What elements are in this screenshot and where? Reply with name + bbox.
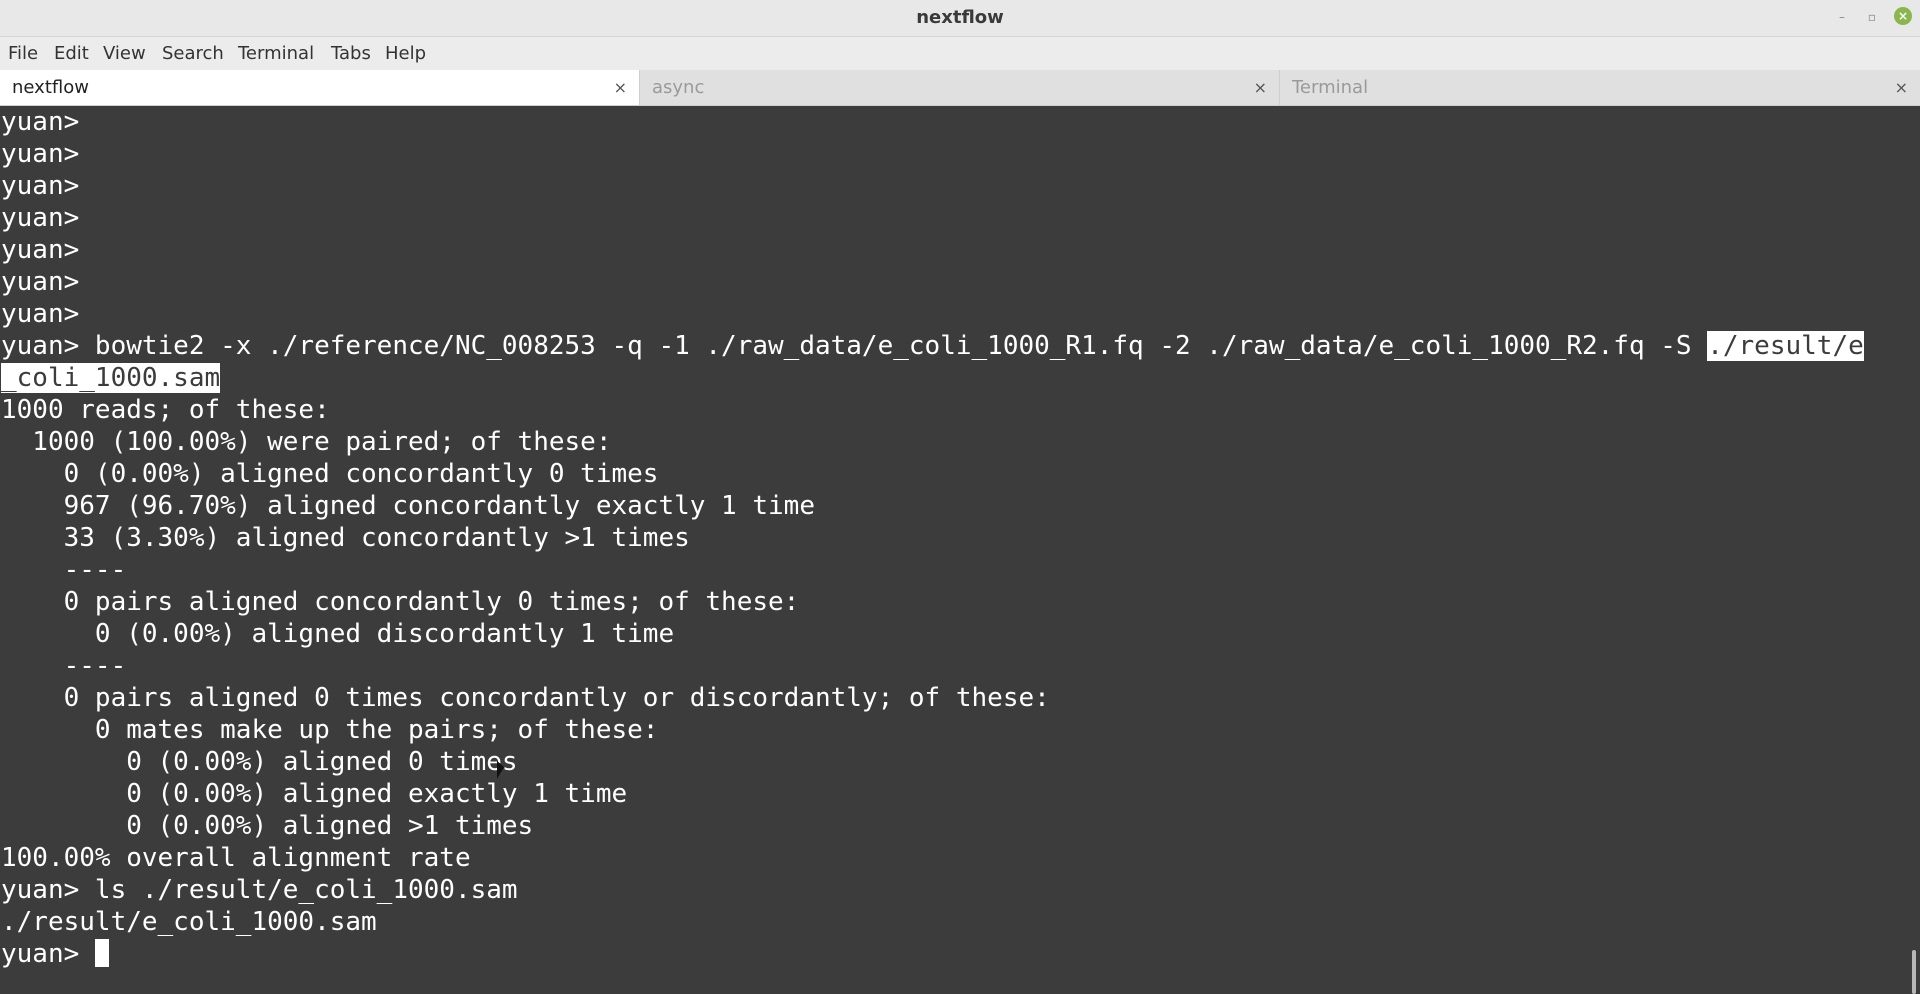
terminal-line: 0 (0.00%) aligned 0 times xyxy=(1,747,518,777)
command-line-bowtie2: yuan> bowtie2 -x ./reference/NC_008253 -… xyxy=(1,330,1864,362)
terminal-line: 1000 reads; of these: xyxy=(1,395,330,425)
terminal-output[interactable]: yuan> yuan> yuan> yuan> yuan> yuan> yuan… xyxy=(0,106,1908,994)
terminal-line: 0 (0.00%) aligned exactly 1 time xyxy=(1,779,628,809)
text-cursor xyxy=(94,939,109,967)
terminal-line: 0 pairs aligned 0 times concordantly or … xyxy=(1,683,1050,713)
wrapped-command-line: _coli_1000.sam xyxy=(1,362,221,394)
terminal-line: yuan> xyxy=(1,267,80,297)
menu-tabs[interactable]: Tabs xyxy=(331,37,371,70)
terminal-line: yuan> xyxy=(1,299,80,329)
terminal-line: 0 pairs aligned concordantly 0 times; of… xyxy=(1,587,800,617)
terminal-line: 967 (96.70%) aligned concordantly exactl… xyxy=(1,491,815,521)
prompt-text: yuan> xyxy=(1,939,95,969)
selected-text: ./result/e xyxy=(1707,331,1864,361)
terminal-line: yuan> xyxy=(1,107,80,137)
terminal-line: yuan> xyxy=(1,235,80,265)
terminal-line: 0 mates make up the pairs; of these: xyxy=(1,715,659,745)
title-bar: nextflow – ▫ × xyxy=(0,0,1920,37)
terminal-line: 33 (3.30%) aligned concordantly >1 times xyxy=(1,523,690,553)
tab-label: async xyxy=(652,77,705,98)
mouse-pointer-icon xyxy=(497,760,504,782)
menu-bar: File Edit View Search Terminal Tabs Help xyxy=(0,37,1920,70)
terminal-line: ./result/e_coli_1000.sam xyxy=(1,907,377,937)
terminal-line: 0 (0.00%) aligned concordantly 0 times xyxy=(1,459,659,489)
maximize-icon[interactable]: ▫ xyxy=(1863,8,1881,26)
tab-label: nextflow xyxy=(12,77,89,98)
terminal-line: ---- xyxy=(1,651,127,681)
terminal-line: yuan> xyxy=(1,203,80,233)
terminal-line: 1000 (100.00%) were paired; of these: xyxy=(1,427,612,457)
terminal-line: yuan> ls ./result/e_coli_1000.sam xyxy=(1,875,518,905)
command-text: yuan> bowtie2 -x ./reference/NC_008253 -… xyxy=(1,331,1708,361)
terminal-line: 0 (0.00%) aligned >1 times xyxy=(1,811,534,841)
minimize-icon[interactable]: – xyxy=(1833,8,1851,26)
terminal-line: ---- xyxy=(1,555,127,585)
prompt-line[interactable]: yuan> xyxy=(1,938,109,970)
tab-close-icon[interactable]: × xyxy=(1254,70,1267,105)
tab-close-icon[interactable]: × xyxy=(614,70,627,105)
tab-terminal[interactable]: Terminal × xyxy=(1280,70,1920,105)
close-window-icon[interactable]: × xyxy=(1894,7,1912,25)
tab-nextflow[interactable]: nextflow × xyxy=(0,70,640,105)
menu-file[interactable]: File xyxy=(8,37,38,70)
terminal-line: yuan> xyxy=(1,171,80,201)
menu-edit[interactable]: Edit xyxy=(54,37,89,70)
menu-terminal[interactable]: Terminal xyxy=(238,37,314,70)
tab-close-icon[interactable]: × xyxy=(1895,70,1908,105)
menu-view[interactable]: View xyxy=(103,37,146,70)
scrollbar-thumb[interactable] xyxy=(1912,950,1916,994)
terminal-line: yuan> xyxy=(1,139,80,169)
terminal-line: 100.00% overall alignment rate xyxy=(1,843,471,873)
window-title: nextflow xyxy=(916,7,1004,28)
tab-bar: nextflow × async × Terminal × xyxy=(0,70,1920,106)
menu-help[interactable]: Help xyxy=(385,37,426,70)
menu-search[interactable]: Search xyxy=(162,37,224,70)
tab-async[interactable]: async × xyxy=(640,70,1280,105)
terminal-line: 0 (0.00%) aligned discordantly 1 time xyxy=(1,619,675,649)
tab-label: Terminal xyxy=(1292,77,1369,98)
scrollbar[interactable] xyxy=(1908,106,1920,994)
selected-text: _coli_1000.sam xyxy=(1,363,221,393)
